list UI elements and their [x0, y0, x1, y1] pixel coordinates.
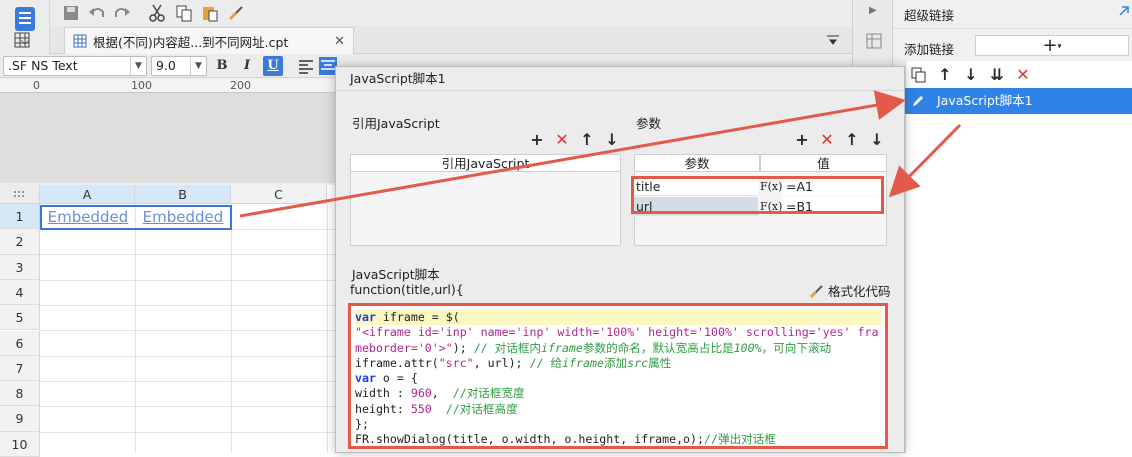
annotation-arrows — [239, 90, 962, 218]
arrow-cells-to-link — [239, 90, 906, 218]
arrow-link-to-params — [888, 123, 962, 198]
